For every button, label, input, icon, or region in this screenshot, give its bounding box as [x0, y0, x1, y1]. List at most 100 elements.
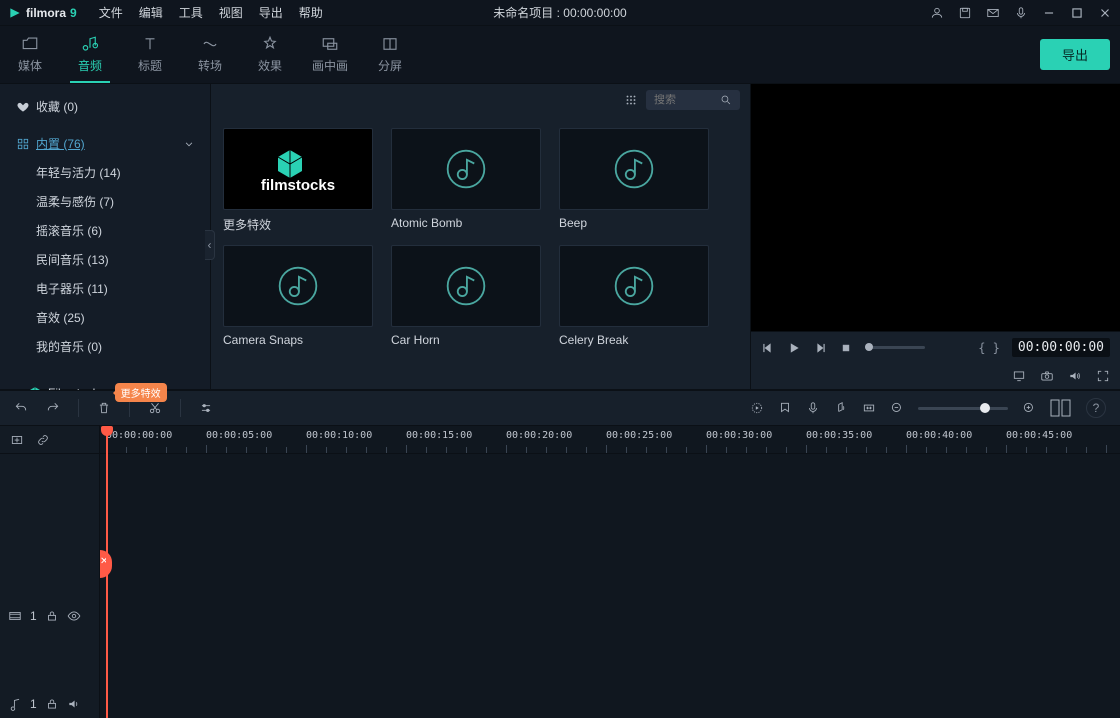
volume-icon[interactable] — [1068, 369, 1082, 383]
preview-progress-slider[interactable] — [865, 346, 925, 349]
camera-icon[interactable] — [1040, 369, 1054, 383]
sidebar-item-2[interactable]: 摇滚音乐 (6) — [0, 216, 210, 245]
tab-media[interactable]: 媒体 — [0, 26, 60, 83]
redo-icon[interactable] — [46, 401, 60, 415]
thumb-beep[interactable]: Beep — [559, 128, 709, 233]
lock-icon[interactable] — [45, 697, 59, 711]
lock-icon[interactable] — [45, 609, 59, 623]
track-head-audio-1[interactable]: 1 — [0, 690, 99, 718]
favorites-row[interactable]: 收藏 (0) — [0, 92, 210, 121]
ruler-mark: 00:00:40:00 — [906, 430, 972, 441]
mark-braces-label[interactable]: { } — [978, 341, 1000, 355]
timeline-tracks-area[interactable] — [100, 454, 1120, 718]
zoom-out-icon[interactable] — [890, 401, 904, 415]
account-icon[interactable] — [930, 6, 944, 20]
search-input[interactable] — [654, 94, 720, 106]
ruler-mark: 00:00:10:00 — [306, 430, 372, 441]
menu-tools[interactable]: 工具 — [173, 2, 209, 23]
audio-track-icon — [8, 697, 22, 711]
category-builtin[interactable]: 内置 (76) — [0, 129, 210, 158]
export-button[interactable]: 导出 — [1040, 39, 1110, 70]
mic-icon[interactable] — [1014, 6, 1028, 20]
speaker-icon[interactable] — [67, 697, 81, 711]
ruler-mark: 00:00:20:00 — [506, 430, 572, 441]
thumb-celery-break[interactable]: Celery Break — [559, 245, 709, 347]
thumb-filmstocks[interactable]: filmstocks 更多特效 — [223, 128, 373, 233]
menu-edit[interactable]: 编辑 — [133, 2, 169, 23]
track-manager-icon[interactable] — [1050, 399, 1072, 417]
thumb-label: Atomic Bomb — [391, 216, 541, 230]
step-back-icon[interactable] — [761, 341, 775, 355]
timeline-body[interactable]: 00:00:00:00 00:00:05:00 00:00:10:00 00:0… — [100, 426, 1120, 718]
undo-icon[interactable] — [14, 401, 28, 415]
sidebar-item-0[interactable]: 年轻与活力 (14) — [0, 158, 210, 187]
thumb-label: Camera Snaps — [223, 333, 373, 347]
tab-audio[interactable]: 音频 — [60, 26, 120, 83]
sidebar-collapse-button[interactable]: ‹ — [205, 230, 215, 260]
link-icon[interactable] — [36, 433, 50, 447]
music-note-icon — [612, 264, 656, 308]
thumb-atomic-bomb[interactable]: Atomic Bomb — [391, 128, 541, 233]
minimize-button[interactable] — [1042, 6, 1056, 20]
track-headers: 1 1 — [0, 426, 100, 718]
ruler-mark: 00:00:00:00 — [106, 430, 172, 441]
grid-icon — [16, 137, 30, 151]
tab-pip[interactable]: 画中画 — [300, 26, 360, 83]
middle-panel: 收藏 (0) 内置 (76) 年轻与活力 (14) 温柔与感伤 (7) 摇滚音乐… — [0, 84, 1120, 390]
thumb-camera-snaps[interactable]: Camera Snaps — [223, 245, 373, 347]
save-icon[interactable] — [958, 6, 972, 20]
zoom-slider[interactable] — [918, 407, 1008, 410]
track-number-label: 1 — [30, 697, 37, 711]
search-box[interactable] — [646, 90, 740, 110]
stop-icon[interactable] — [839, 341, 853, 355]
sidebar-item-4[interactable]: 电子器乐 (11) — [0, 274, 210, 303]
step-fwd-icon[interactable] — [813, 341, 827, 355]
eye-icon[interactable] — [67, 609, 81, 623]
record-mic-icon[interactable] — [806, 401, 820, 415]
sidebar-item-3[interactable]: 民间音乐 (13) — [0, 245, 210, 274]
add-track-icon[interactable] — [10, 433, 24, 447]
tab-transition[interactable]: 转场 — [180, 26, 240, 83]
menu-help[interactable]: 帮助 — [293, 2, 329, 23]
screen-icon[interactable] — [1012, 369, 1026, 383]
tab-title[interactable]: 标题 — [120, 26, 180, 83]
render-icon[interactable] — [750, 401, 764, 415]
thumb-label: 更多特效 — [223, 216, 373, 233]
trash-icon[interactable] — [97, 401, 111, 415]
fit-icon[interactable] — [862, 401, 876, 415]
thumb-label: Beep — [559, 216, 709, 230]
sidebar-item-5[interactable]: 音效 (25) — [0, 303, 210, 332]
preview-timecode: 00:00:00:00 — [1012, 338, 1110, 357]
maximize-button[interactable] — [1070, 6, 1084, 20]
zoom-in-icon[interactable] — [1022, 401, 1036, 415]
ruler-mark: 00:00:25:00 — [606, 430, 672, 441]
mail-icon[interactable] — [986, 6, 1000, 20]
thumb-car-horn[interactable]: Car Horn — [391, 245, 541, 347]
play-icon[interactable] — [787, 341, 801, 355]
category-label: 内置 (76) — [36, 135, 85, 152]
menu-view[interactable]: 视图 — [213, 2, 249, 23]
help-button[interactable]: ? — [1086, 398, 1106, 418]
project-title: 未命名项目 : 00:00:00:00 — [493, 4, 626, 21]
close-button[interactable] — [1098, 6, 1112, 20]
music-note-icon — [612, 147, 656, 191]
view-grid-icon[interactable] — [624, 93, 638, 107]
timeline-ruler[interactable]: 00:00:00:00 00:00:05:00 00:00:10:00 00:0… — [100, 426, 1120, 454]
menu-file[interactable]: 文件 — [93, 2, 129, 23]
ruler-mark: 00:00:05:00 — [206, 430, 272, 441]
menu-export[interactable]: 导出 — [253, 2, 289, 23]
mixer-icon[interactable] — [834, 401, 848, 415]
track-head-video-1[interactable]: 1 — [0, 602, 99, 630]
filmstocks-logo-icon: filmstocks — [243, 144, 353, 194]
fullscreen-icon[interactable] — [1096, 369, 1110, 383]
sidebar-item-1[interactable]: 温柔与感伤 (7) — [0, 187, 210, 216]
sidebar-item-6[interactable]: 我的音乐 (0) — [0, 332, 210, 361]
marker-icon[interactable] — [778, 401, 792, 415]
tab-effect[interactable]: 效果 — [240, 26, 300, 83]
music-note-icon — [444, 147, 488, 191]
cut-icon[interactable] — [148, 401, 162, 415]
preview-viewport[interactable] — [751, 84, 1120, 331]
category-sidebar: 收藏 (0) 内置 (76) 年轻与活力 (14) 温柔与感伤 (7) 摇滚音乐… — [0, 84, 210, 389]
sliders-icon[interactable] — [199, 401, 213, 415]
tab-splitscreen[interactable]: 分屏 — [360, 26, 420, 83]
